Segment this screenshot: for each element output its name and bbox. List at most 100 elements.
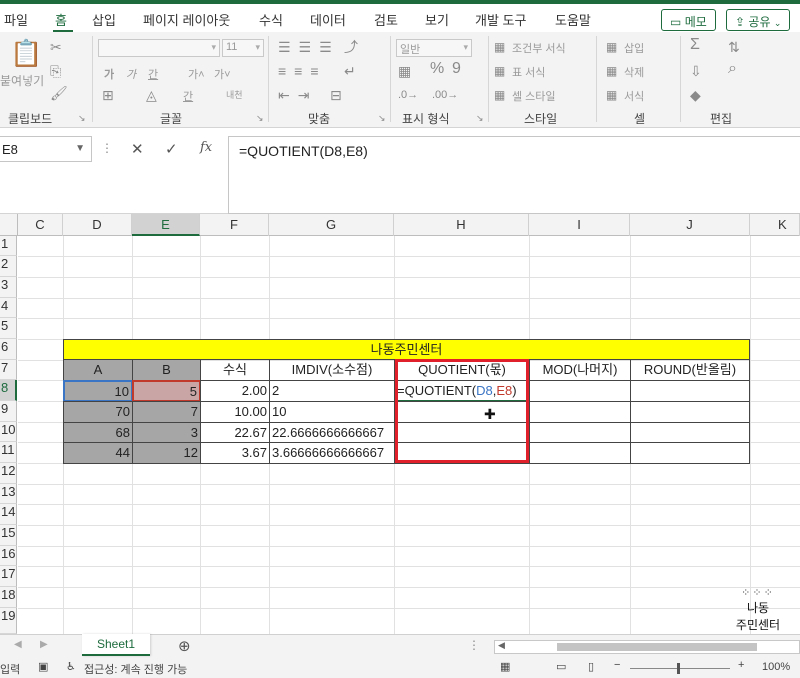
format-cells-button[interactable]: 서식 bbox=[624, 88, 644, 104]
row-header-selected[interactable]: 8 bbox=[0, 380, 17, 401]
row-header[interactable]: 17 bbox=[0, 566, 17, 587]
normal-view-icon[interactable]: ▦ bbox=[500, 660, 510, 673]
scroll-left-icon[interactable]: ◀ bbox=[498, 640, 505, 651]
font-color-button[interactable]: 간 bbox=[183, 88, 193, 104]
cell-imdiv-value[interactable]: 10 bbox=[269, 401, 395, 423]
currency-icon[interactable]: ▦ bbox=[398, 64, 411, 78]
autosum-icon[interactable]: Σ bbox=[690, 37, 700, 53]
macro-record-icon[interactable]: ▣ bbox=[38, 660, 48, 673]
row-header[interactable]: 16 bbox=[0, 546, 17, 566]
page-break-view-icon[interactable]: ▯ bbox=[588, 660, 594, 673]
formula-input[interactable]: =QUOTIENT(D8,E8) bbox=[228, 136, 800, 214]
cell-style-button[interactable]: 셀 스타일 bbox=[512, 88, 556, 104]
cell-a-value[interactable]: 68 bbox=[63, 422, 133, 443]
row-header[interactable]: 19 bbox=[0, 608, 17, 634]
memo-button[interactable]: ▭ 메모 bbox=[661, 9, 716, 31]
decrease-decimal-icon[interactable]: .00→ bbox=[432, 88, 458, 102]
cell-imdiv-value[interactable]: 22.6666666666667 bbox=[269, 422, 395, 443]
dialog-launcher-icon[interactable]: ↘ bbox=[378, 113, 386, 124]
tab-home[interactable]: 홈 bbox=[55, 10, 67, 29]
header-cell-mod[interactable]: MOD(나머지) bbox=[529, 359, 631, 381]
copy-icon[interactable]: ⎘ bbox=[50, 64, 61, 78]
conditional-format-icon[interactable]: ▦ bbox=[494, 40, 505, 54]
cell-round-value[interactable] bbox=[630, 401, 750, 423]
tab-file[interactable]: 파일 bbox=[4, 10, 28, 29]
cell-round-value[interactable] bbox=[630, 380, 750, 402]
format-cells-icon[interactable]: ▦ bbox=[606, 88, 617, 102]
orientation-icon[interactable]: ⤴ bbox=[344, 40, 358, 54]
sheet-tab-sheet1[interactable]: Sheet1 bbox=[82, 634, 150, 656]
number-format-combo[interactable]: 일반 ▾ bbox=[396, 39, 472, 57]
dialog-launcher-icon[interactable]: ↘ bbox=[78, 113, 86, 124]
header-cell-a[interactable]: A bbox=[63, 359, 133, 381]
dialog-launcher-icon[interactable]: ↘ bbox=[476, 113, 484, 124]
font-size-combo[interactable]: 11 ▾ bbox=[222, 39, 264, 57]
font-name-combo[interactable]: ▾ bbox=[98, 39, 220, 57]
zoom-slider-thumb[interactable] bbox=[677, 663, 680, 674]
wrap-text-icon[interactable]: ↵ bbox=[344, 64, 356, 78]
row-header[interactable]: 2 bbox=[0, 256, 17, 277]
prev-sheet-icon[interactable]: ◀ bbox=[14, 639, 22, 650]
italic-button[interactable]: 가 bbox=[126, 66, 136, 82]
column-header[interactable]: G bbox=[269, 214, 394, 236]
horizontal-scrollbar[interactable]: ◀ bbox=[494, 640, 800, 654]
header-cell-formula[interactable]: 수식 bbox=[200, 359, 270, 381]
row-header[interactable]: 18 bbox=[0, 587, 17, 608]
conditional-format-button[interactable]: 조건부 서식 bbox=[512, 40, 566, 56]
row-header[interactable]: 1 bbox=[0, 236, 17, 256]
row-header[interactable]: 9 bbox=[0, 401, 17, 422]
percent-icon[interactable]: % bbox=[430, 61, 444, 77]
zoom-level[interactable]: 100% bbox=[762, 661, 790, 673]
cell-imdiv-value[interactable]: 2 bbox=[269, 380, 395, 402]
scrollbar-thumb[interactable] bbox=[557, 643, 757, 651]
underline-button[interactable]: 간 bbox=[148, 66, 158, 82]
accessibility-icon[interactable]: ♿ bbox=[66, 660, 76, 673]
tab-view[interactable]: 보기 bbox=[425, 10, 449, 29]
enter-icon[interactable]: ✓ bbox=[165, 140, 178, 158]
row-header[interactable]: 14 bbox=[0, 504, 17, 525]
row-header[interactable]: 3 bbox=[0, 277, 17, 298]
page-layout-view-icon[interactable]: ▭ bbox=[556, 660, 566, 673]
shrink-font-button[interactable]: 가˅ bbox=[214, 66, 231, 82]
share-button[interactable]: ⇪ 공유 ⌄ bbox=[726, 9, 791, 31]
cell-imdiv-value[interactable]: 3.66666666666667 bbox=[269, 442, 395, 464]
insert-cells-icon[interactable]: ▦ bbox=[606, 40, 617, 54]
cell-quotient-value[interactable] bbox=[394, 422, 530, 443]
cell-a-value[interactable]: 44 bbox=[63, 442, 133, 464]
zoom-in-icon[interactable]: + bbox=[738, 659, 744, 671]
tab-review[interactable]: 검토 bbox=[374, 10, 398, 29]
paste-label[interactable]: 붙여넣기 bbox=[0, 72, 44, 89]
cell-b-value[interactable]: 3 bbox=[132, 422, 201, 443]
comma-icon[interactable]: 9 bbox=[452, 61, 461, 77]
zoom-slider[interactable] bbox=[630, 668, 730, 669]
tab-insert[interactable]: 삽입 bbox=[92, 10, 116, 29]
tab-help[interactable]: 도움말 bbox=[555, 10, 591, 29]
cell-b-value[interactable]: 5 bbox=[132, 380, 201, 402]
cell-mod-value[interactable] bbox=[529, 442, 631, 464]
sort-filter-icon[interactable]: ⇅ bbox=[728, 40, 740, 54]
cell-quotient-value[interactable] bbox=[394, 442, 530, 464]
row-header[interactable]: 5 bbox=[0, 318, 17, 339]
header-cell-b[interactable]: B bbox=[132, 359, 201, 381]
cell-b-value[interactable]: 12 bbox=[132, 442, 201, 464]
cut-icon[interactable]: ✂ bbox=[50, 40, 62, 54]
table-format-icon[interactable]: ▦ bbox=[494, 64, 505, 78]
header-cell-imdiv[interactable]: IMDIV(소수점) bbox=[269, 359, 395, 381]
insert-cells-button[interactable]: 삽입 bbox=[624, 40, 644, 56]
zoom-out-icon[interactable]: − bbox=[614, 659, 620, 671]
increase-decimal-icon[interactable]: .0→ bbox=[398, 88, 418, 102]
cell-formula-value[interactable]: 2.00 bbox=[200, 380, 270, 402]
paste-icon[interactable]: 📋 bbox=[10, 40, 42, 66]
cell-mod-value[interactable] bbox=[529, 380, 631, 402]
delete-cells-button[interactable]: 삭제 bbox=[624, 64, 644, 80]
cell-mod-value[interactable] bbox=[529, 401, 631, 423]
column-header[interactable]: J bbox=[630, 214, 750, 236]
row-header[interactable]: 10 bbox=[0, 422, 17, 442]
insert-function-icon[interactable]: fx bbox=[200, 140, 212, 155]
cell-a-value[interactable]: 70 bbox=[63, 401, 133, 423]
row-header[interactable]: 15 bbox=[0, 525, 17, 546]
column-header[interactable]: I bbox=[529, 214, 630, 236]
tab-developer[interactable]: 개발 도구 bbox=[475, 10, 526, 29]
dialog-launcher-icon[interactable]: ↘ bbox=[256, 113, 264, 124]
column-header[interactable]: K bbox=[750, 214, 800, 236]
